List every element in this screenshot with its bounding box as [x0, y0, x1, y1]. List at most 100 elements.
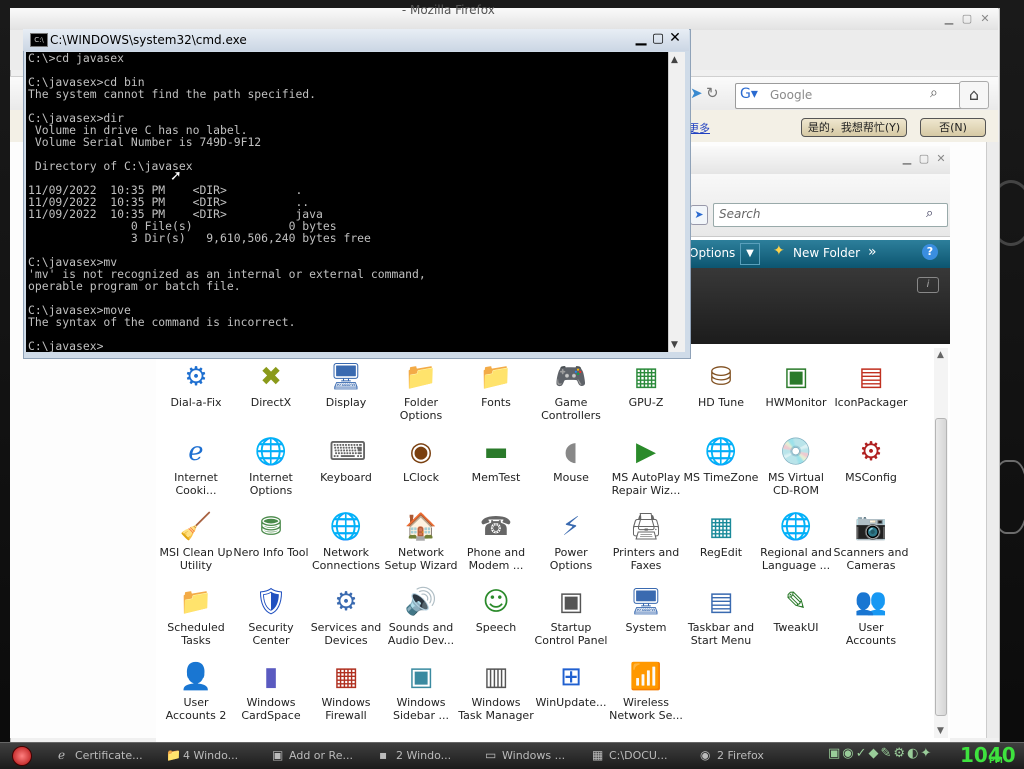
control-panel-item[interactable]: ◖ Mouse [533, 435, 609, 509]
control-panel-item[interactable]: 🌐 Network Connections [308, 510, 384, 584]
refresh-arrow-icon[interactable]: ➤ [690, 205, 708, 225]
control-panel-item[interactable]: ✖ DirectX [233, 360, 309, 434]
google-engine-icon[interactable]: G▾ [740, 86, 758, 102]
control-panel-item-label: MSI Clean Up Utility [159, 546, 233, 572]
cmd-minimize-button[interactable]: ▁ [633, 31, 649, 47]
control-panel-item[interactable]: ☎ Phone and Modem ... [458, 510, 534, 584]
control-panel-item[interactable]: ℯ Internet Cooki... [158, 435, 234, 509]
system-tray-icons[interactable]: ▣◉✓◆✎⚙◐✦ [828, 746, 933, 761]
task-label: C:\DOCU... [609, 749, 668, 762]
cmd-scrollbar[interactable] [668, 52, 685, 352]
control-panel-item[interactable]: ⊞ WinUpdate... [533, 660, 609, 734]
control-panel-item[interactable]: ▶ MS AutoPlay Repair Wiz... [608, 435, 684, 509]
notification-no-button[interactable]: 否(N) [920, 118, 986, 137]
control-panel-item[interactable]: 🖥 Display [308, 360, 384, 434]
control-panel-item[interactable]: ⚡ Power Options [533, 510, 609, 584]
cmd-close-button[interactable]: ✕ [667, 31, 683, 47]
start-button[interactable] [12, 746, 32, 766]
control-panel-item[interactable]: 🔊 Sounds and Audio Dev... [383, 585, 459, 659]
taskbar-task[interactable]: ◉ 2 Firefox [700, 744, 800, 766]
control-panel-item[interactable]: 🌐 MS TimeZone [683, 435, 759, 509]
toolbar-more-button[interactable]: » [868, 244, 877, 260]
taskbar-task[interactable]: ▭ Windows ... [485, 744, 585, 766]
control-panel-item-label: Services and Devices [310, 621, 382, 647]
notification-yes-button[interactable]: 是的，我想帮忙(Y) [801, 118, 907, 137]
options-dropdown-icon[interactable]: ▼ [740, 243, 760, 265]
control-panel-item[interactable]: ▣ Windows Sidebar ... [383, 660, 459, 734]
options-button[interactable]: Options [689, 246, 735, 260]
scroll-down-arrow-icon[interactable]: ▼ [937, 726, 944, 736]
control-panel-item[interactable]: 👥 User Accounts [833, 585, 909, 659]
cp-minimize-button[interactable]: ▁ [900, 152, 914, 166]
control-panel-item[interactable]: ☺ Speech [458, 585, 534, 659]
control-panel-item[interactable]: 🏠 Network Setup Wizard [383, 510, 459, 584]
taskbar-task[interactable]: 📁 4 Windo... [166, 744, 266, 766]
firefox-titlebar[interactable] [10, 8, 998, 30]
control-panel-item[interactable]: ▥ Windows Task Manager [458, 660, 534, 734]
taskbar-task[interactable]: ▦ C:\DOCU... [592, 744, 692, 766]
notification-more-link[interactable]: 更多 [688, 120, 710, 136]
control-panel-item-icon: 🌐 [329, 512, 363, 542]
control-panel-item[interactable]: 📁 Folder Options [383, 360, 459, 434]
help-icon[interactable]: ? [922, 244, 938, 260]
search-icon[interactable]: ⌕ [930, 85, 938, 101]
firefox-minimize-button[interactable]: ▁ [942, 12, 956, 26]
control-panel-item[interactable]: 🎮 Game Controllers [533, 360, 609, 434]
control-panel-item[interactable]: 🌐 Regional and Language ... [758, 510, 834, 584]
control-panel-item[interactable]: ◉ LClock [383, 435, 459, 509]
clock[interactable]: 1040 PM [960, 743, 1016, 767]
taskbar-task[interactable]: ▪ 2 Windo... [379, 744, 479, 766]
control-panel-item[interactable]: ▦ GPU-Z [608, 360, 684, 434]
control-panel-item[interactable]: 📁 Fonts [458, 360, 534, 434]
firefox-scrollbar[interactable] [986, 142, 999, 738]
cmd-maximize-button[interactable]: ▢ [650, 31, 666, 47]
control-panel-item[interactable]: ▦ RegEdit [683, 510, 759, 584]
cp-close-button[interactable]: ✕ [934, 152, 948, 166]
control-panel-item[interactable]: 👤 User Accounts 2 [158, 660, 234, 734]
control-panel-item-icon: ⛁ [710, 362, 732, 392]
control-panel-item[interactable]: 🖨 Printers and Faxes [608, 510, 684, 584]
control-panel-item[interactable]: 🧹 MSI Clean Up Utility [158, 510, 234, 584]
control-panel-item[interactable]: 📶 Wireless Network Se... [608, 660, 684, 734]
taskbar-task[interactable]: ℯ Certificate... [58, 744, 158, 766]
scroll-up-arrow-icon[interactable]: ▲ [671, 55, 678, 65]
control-panel-item[interactable]: ▤ Taskbar and Start Menu [683, 585, 759, 659]
home-button[interactable]: ⌂ [959, 81, 989, 109]
firefox-close-button[interactable]: ✕ [978, 12, 992, 26]
cp-scrollbar-thumb[interactable] [935, 418, 947, 716]
control-panel-item[interactable]: ⚙ MSConfig [833, 435, 909, 509]
control-panel-item[interactable]: ⌨ Keyboard [308, 435, 384, 509]
control-panel-item[interactable]: 🖥 System [608, 585, 684, 659]
control-panel-item[interactable]: ⚙ Services and Devices [308, 585, 384, 659]
control-panel-item[interactable]: 📷 Scanners and Cameras [833, 510, 909, 584]
search-icon[interactable]: ⌕ [926, 206, 933, 221]
control-panel-item[interactable]: ⛁ HD Tune [683, 360, 759, 434]
control-panel-item[interactable]: 💿 MS Virtual CD-ROM [758, 435, 834, 509]
control-panel-item[interactable]: ▣ HWMonitor [758, 360, 834, 434]
control-panel-item[interactable]: ▬ MemTest [458, 435, 534, 509]
control-panel-item[interactable]: 🌐 Internet Options [233, 435, 309, 509]
control-panel-item[interactable]: ▦ Windows Firewall [308, 660, 384, 734]
control-panel-item[interactable]: ⛃ Nero Info Tool [233, 510, 309, 584]
control-panel-item-label: Startup Control Panel [534, 621, 608, 647]
cp-maximize-button[interactable]: ▢ [917, 152, 931, 166]
reload-icon[interactable]: ↻ [706, 84, 726, 104]
new-folder-button[interactable]: New Folder [793, 246, 860, 260]
control-panel-item-icon: ☺ [482, 587, 510, 617]
scroll-down-arrow-icon[interactable]: ▼ [671, 340, 678, 350]
control-panel-item[interactable]: 📁 Scheduled Tasks [158, 585, 234, 659]
control-panel-item[interactable]: ▤ IconPackager [833, 360, 909, 434]
info-icon[interactable]: i [917, 277, 939, 293]
cmd-console[interactable]: C:\>cd javasex C:\javasex>cd bin The sys… [26, 52, 668, 352]
control-panel-item[interactable]: ⚙ Dial-a-Fix [158, 360, 234, 434]
control-panel-item-label: MS AutoPlay Repair Wiz... [611, 471, 681, 497]
taskbar-task[interactable]: ▣ Add or Re... [272, 744, 372, 766]
control-panel-item[interactable]: 🛡 Security Center [233, 585, 309, 659]
control-panel-item-icon: 👤 [179, 662, 213, 692]
firefox-maximize-button[interactable]: ▢ [960, 12, 974, 26]
control-panel-item-icon: ▮ [263, 662, 279, 692]
scroll-up-arrow-icon[interactable]: ▲ [937, 350, 944, 360]
control-panel-item[interactable]: ▣ Startup Control Panel [533, 585, 609, 659]
control-panel-item[interactable]: ▮ Windows CardSpace [233, 660, 309, 734]
control-panel-item[interactable]: ✎ TweakUI [758, 585, 834, 659]
